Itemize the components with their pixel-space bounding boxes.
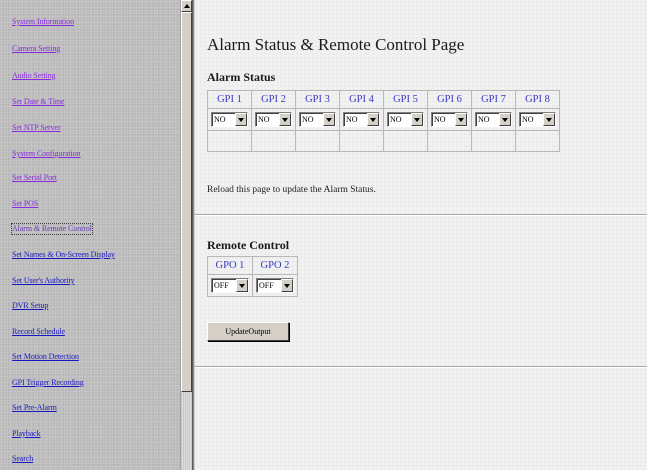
gpo-2-select[interactable]: OFF [256, 278, 294, 293]
nav-audio-setting[interactable]: Audio Setting [12, 71, 55, 81]
nav-record-schedule[interactable]: Record Schedule [12, 327, 65, 337]
gpi-8-status-cell [515, 130, 560, 152]
nav-set-pos[interactable]: Set POS [12, 199, 38, 209]
chevron-down-icon[interactable] [411, 113, 423, 126]
chevron-down-icon[interactable] [499, 113, 511, 126]
gpi-1-value: NO [214, 115, 226, 124]
nav-system-configuration[interactable]: System Configuration [12, 149, 81, 159]
chevron-down-icon[interactable] [367, 113, 379, 126]
gpi-5-status-cell [383, 130, 428, 152]
sidebar-nav: System Information Camera Setting Audio … [0, 0, 180, 470]
nav-set-pre-alarm[interactable]: Set Pre-Alarm [12, 403, 57, 413]
gpo-1-header: GPO 1 [207, 256, 253, 275]
nav-gpi-trigger-recording[interactable]: GPI Trigger Recording [12, 378, 84, 388]
gpi-6-select[interactable]: NO [431, 112, 468, 127]
gpo-2-value: OFF [259, 281, 274, 290]
chevron-down-icon[interactable] [543, 113, 555, 126]
sidebar-scrollbar[interactable] [180, 0, 192, 470]
gpi-4-status-cell [339, 130, 384, 152]
gpi-1-select[interactable]: NO [211, 112, 248, 127]
gpi-5-value: NO [390, 115, 402, 124]
gpi-7-value: NO [478, 115, 490, 124]
gpi-2-status-cell [251, 130, 296, 152]
gpi-7-header: GPI 7 [471, 90, 516, 109]
gpi-8-select[interactable]: NO [519, 112, 556, 127]
chevron-down-icon[interactable] [455, 113, 467, 126]
chevron-down-icon[interactable] [281, 279, 293, 292]
gpi-3-status-cell [295, 130, 340, 152]
section-divider [195, 214, 647, 216]
nav-set-date-time[interactable]: Set Date & Time [12, 97, 65, 107]
nav-camera-setting[interactable]: Camera Setting [12, 44, 60, 54]
gpi-8-value: NO [522, 115, 534, 124]
gpi-1-status-cell [207, 130, 252, 152]
gpo-1-value: OFF [214, 281, 229, 290]
nav-set-ntp-server[interactable]: Set NTP Server [12, 123, 61, 133]
update-output-button[interactable]: UpdateOutput [207, 322, 289, 341]
gpi-3-value: NO [302, 115, 314, 124]
gpi-2-select[interactable]: NO [255, 112, 292, 127]
gpi-6-value: NO [434, 115, 446, 124]
nav-search[interactable]: Search [12, 454, 33, 464]
main-content: Alarm Status & Remote Control Page Alarm… [195, 0, 647, 470]
gpi-6-header: GPI 6 [427, 90, 472, 109]
gpo-2-header: GPO 2 [252, 256, 298, 275]
remote-control-table: GPO 1 GPO 2 OFF OFF [207, 256, 298, 297]
chevron-down-icon[interactable] [279, 113, 291, 126]
scroll-thumb[interactable] [181, 12, 192, 392]
gpi-4-header: GPI 4 [339, 90, 384, 109]
alarm-status-heading: Alarm Status [207, 70, 276, 84]
nav-dvr-setup[interactable]: DVR Setup [12, 301, 48, 311]
chevron-down-icon[interactable] [235, 113, 247, 126]
nav-playback[interactable]: Playback [12, 429, 41, 439]
reload-note: Reload this page to update the Alarm Sta… [207, 185, 376, 195]
nav-set-users-authority[interactable]: Set User's Authority [12, 276, 75, 286]
gpi-2-header: GPI 2 [251, 90, 296, 109]
bottom-divider [195, 366, 647, 368]
gpi-3-select[interactable]: NO [299, 112, 336, 127]
gpi-2-value: NO [258, 115, 270, 124]
gpi-1-header: GPI 1 [207, 90, 252, 109]
chevron-down-icon[interactable] [323, 113, 335, 126]
gpo-1-select[interactable]: OFF [211, 278, 249, 293]
gpi-5-select[interactable]: NO [387, 112, 424, 127]
gpi-4-select[interactable]: NO [343, 112, 380, 127]
gpi-6-status-cell [427, 130, 472, 152]
gpi-7-select[interactable]: NO [475, 112, 512, 127]
nav-set-serial-port[interactable]: Set Serial Port [12, 173, 57, 183]
scroll-up-arrow-icon[interactable] [181, 0, 192, 12]
chevron-down-icon[interactable] [236, 279, 248, 292]
alarm-status-table: GPI 1 GPI 2 GPI 3 GPI 4 GPI 5 GPI 6 GPI … [207, 90, 560, 152]
gpi-4-value: NO [346, 115, 358, 124]
nav-set-motion-detection[interactable]: Set Motion Detection [12, 352, 79, 362]
page-title: Alarm Status & Remote Control Page [207, 35, 465, 54]
nav-alarm-remote-control[interactable]: Alarm & Remote Control [11, 223, 93, 235]
nav-system-information[interactable]: System Information [12, 17, 74, 27]
gpi-7-status-cell [471, 130, 516, 152]
remote-control-heading: Remote Control [207, 238, 290, 252]
gpi-5-header: GPI 5 [383, 90, 428, 109]
nav-set-names-osd[interactable]: Set Names & On-Screen Display [12, 250, 115, 260]
gpi-8-header: GPI 8 [515, 90, 560, 109]
gpi-3-header: GPI 3 [295, 90, 340, 109]
